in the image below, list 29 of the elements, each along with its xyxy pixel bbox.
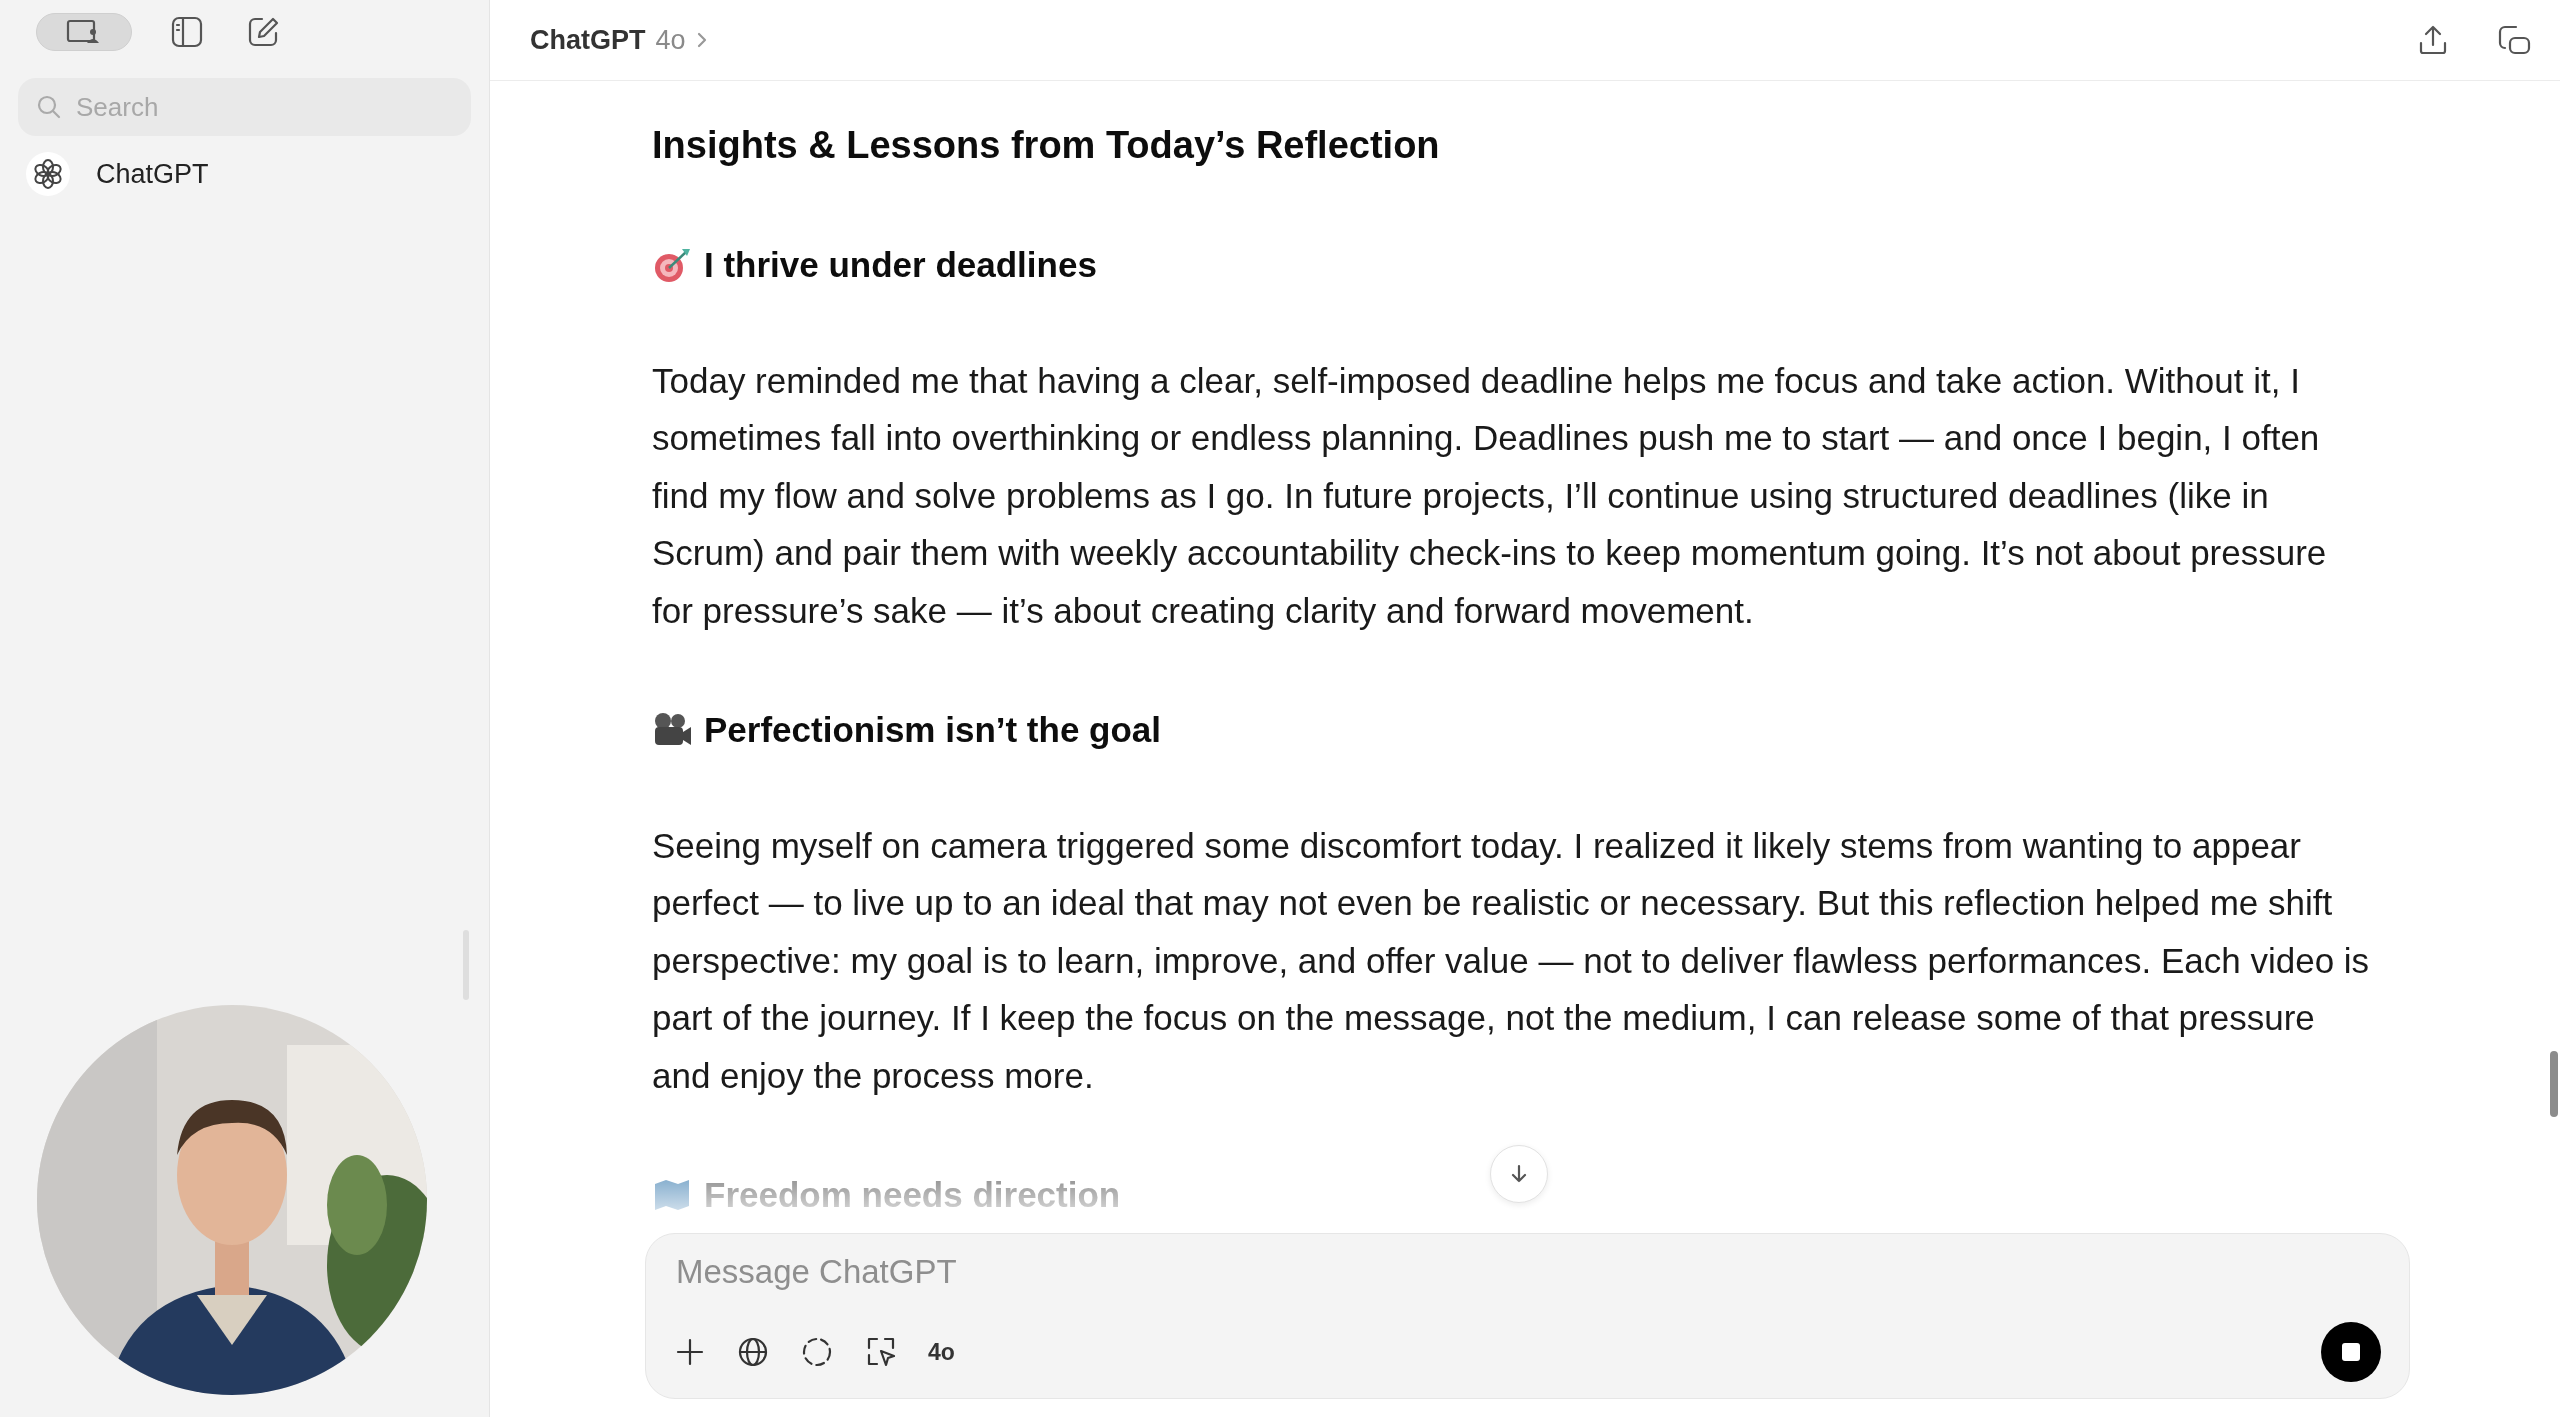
- copy-icon: [2496, 23, 2532, 57]
- model-button[interactable]: 4o: [928, 1338, 955, 1366]
- edit-icon: [246, 15, 280, 49]
- search-icon: [36, 94, 62, 120]
- reason-button[interactable]: [800, 1335, 834, 1369]
- attach-button[interactable]: [674, 1336, 706, 1368]
- chevron-right-icon: [695, 30, 708, 50]
- web-search-button[interactable]: [736, 1335, 770, 1369]
- search-field[interactable]: Search: [18, 78, 471, 136]
- sidebar-item[interactable]: ChatGPT: [18, 142, 471, 206]
- model-selector[interactable]: ChatGPT 4o: [530, 24, 708, 56]
- plus-icon: [674, 1336, 706, 1368]
- dashed-circle-icon: [800, 1335, 834, 1369]
- paragraph: Seeing myself on camera triggered some discomfort today. I realized it likely stems from wanting to appear perfect — to live up to an ideal that may not even be realistic or necessary. But this reflection helped me shift perspective: my goal is to learn, improve, and offer value — not to deliver flawless performances. Each video is part of the journey. If I keep the focus on the message, not the medium, I can release some of that pressure and enjoy the process more.: [652, 824, 2371, 1097]
- sidebar-icon: [170, 15, 204, 49]
- scroll-down-button[interactable]: [1490, 1145, 1548, 1203]
- section-heading: I thrive under deadlines: [704, 244, 1097, 287]
- section-heading: Perfectionism isn’t the goal: [704, 709, 1162, 752]
- window-person-icon: [66, 19, 102, 45]
- globe-icon: [736, 1335, 770, 1369]
- stop-icon: [2341, 1342, 2361, 1362]
- section-heading: Freedom needs direction: [704, 1174, 1121, 1217]
- flower-knot-icon: [32, 158, 64, 190]
- paragraph: Today reminded me that having a clear, self-imposed deadline helps me focus and take action. Without it, I sometimes fall into overthinking or endless planning. Deadlines push me to start — and once I begin, I often find my flow and solve problems as I go. In future projects, I’ll continue using structured deadlines (like in Scrum) and pair them with weekly accountability check-ins to keep momentum going. It’s not about pressure for pressure’s sake — it’s about creating clarity and forward movement.: [652, 359, 2328, 632]
- scrollbar-thumb[interactable]: [2550, 1051, 2558, 1117]
- sidebar-mode-button[interactable]: [36, 13, 132, 51]
- stop-button[interactable]: [2321, 1322, 2381, 1382]
- message-input[interactable]: Message ChatGPT: [674, 1252, 2381, 1292]
- article-heading: Insights & Lessons from Today’s Reflection: [652, 123, 1441, 168]
